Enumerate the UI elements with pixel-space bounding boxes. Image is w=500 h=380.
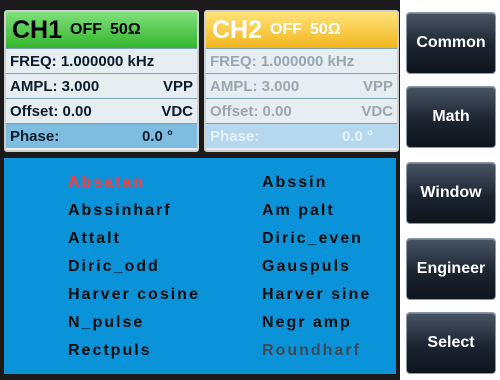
- channel-1-freq-row: FREQ: 1.000000 kHz: [6, 48, 197, 73]
- channel-1-phase-label: Phase:: [10, 127, 60, 145]
- waveform-item[interactable]: Gauspuls: [262, 258, 351, 276]
- softkey-common[interactable]: Common: [406, 12, 496, 74]
- waveform-item[interactable]: Am palt: [262, 202, 335, 220]
- waveform-item[interactable]: Abssin: [262, 174, 327, 192]
- channel-2-ampl-row: AMPL: 3.000 VPP: [206, 73, 397, 98]
- waveform-item[interactable]: Attalt: [68, 230, 121, 248]
- softkey-panel: Common Math Window Engineer Select: [400, 0, 500, 380]
- channel-1-offset: Offset: 0.00: [10, 102, 92, 120]
- softkey-math[interactable]: Math: [406, 86, 496, 148]
- channel-2-offset-unit: VDC: [361, 102, 393, 120]
- channel-2-impedance: 50Ω: [310, 21, 341, 38]
- channel-1-phase-row: Phase: 0.0 °: [6, 123, 197, 148]
- channel-2-phase-value: 0.0 °: [341, 127, 373, 145]
- channel-1-header: CH1 OFF 50Ω: [6, 12, 197, 48]
- channel-1-name: CH1: [12, 15, 63, 44]
- channel-2-offset: Offset: 0.00: [210, 102, 292, 120]
- waveform-item[interactable]: Abssinharf: [68, 202, 172, 220]
- channel-1-offset-unit: VDC: [161, 102, 193, 120]
- channel-1-ampl-row: AMPL: 3.000 VPP: [6, 73, 197, 98]
- waveform-item[interactable]: Diric_even: [262, 230, 363, 248]
- channel-2-freq: FREQ: 1.000000 kHz: [210, 52, 355, 70]
- softkey-select[interactable]: Select: [406, 312, 496, 374]
- waveform-item[interactable]: N_pulse: [68, 314, 144, 332]
- waveform-item[interactable]: Diric_odd: [68, 258, 160, 276]
- waveform-item[interactable]: Rectpuls: [68, 342, 152, 360]
- channel-2-offset-row: Offset: 0.00 VDC: [206, 98, 397, 123]
- channel-2-name: CH2: [212, 15, 263, 44]
- softkey-engineer[interactable]: Engineer: [406, 238, 496, 300]
- channel-1-freq: FREQ: 1.000000 kHz: [10, 52, 155, 70]
- waveform-list: Absatan Abssinharf Attalt Diric_odd Harv…: [4, 158, 396, 374]
- waveform-item[interactable]: Roundharf: [262, 342, 361, 360]
- waveform-item[interactable]: Harver sine: [262, 286, 371, 304]
- channel-2-phase-row: Phase: 0.0 °: [206, 123, 397, 148]
- channel-2-phase-label: Phase:: [210, 127, 260, 145]
- waveform-item[interactable]: Negr amp: [262, 314, 352, 332]
- generator-screen: CH1 OFF 50Ω FREQ: 1.000000 kHz AMPL: 3.0…: [0, 0, 400, 380]
- waveform-item-selected[interactable]: Absatan: [68, 174, 145, 192]
- channel-2-ampl-unit: VPP: [362, 77, 393, 95]
- channel-1-panel[interactable]: CH1 OFF 50Ω FREQ: 1.000000 kHz AMPL: 3.0…: [4, 10, 199, 152]
- channel-2-panel[interactable]: CH2 OFF 50Ω FREQ: 1.000000 kHz AMPL: 3.0…: [204, 10, 399, 152]
- channel-1-phase-value: 0.0 °: [141, 127, 173, 145]
- channel-2-freq-row: FREQ: 1.000000 kHz: [206, 48, 397, 73]
- channel-1-ampl: AMPL: 3.000: [10, 77, 100, 95]
- channel-2-header: CH2 OFF 50Ω: [206, 12, 397, 48]
- channel-2-ampl: AMPL: 3.000: [210, 77, 300, 95]
- channel-1-state: OFF: [70, 21, 103, 38]
- channel-1-impedance: 50Ω: [110, 21, 141, 38]
- channel-1-offset-row: Offset: 0.00 VDC: [6, 98, 197, 123]
- softkey-window[interactable]: Window: [406, 162, 496, 224]
- channel-1-ampl-unit: VPP: [162, 77, 193, 95]
- channel-2-state: OFF: [270, 21, 303, 38]
- waveform-item[interactable]: Harver cosine: [68, 286, 200, 304]
